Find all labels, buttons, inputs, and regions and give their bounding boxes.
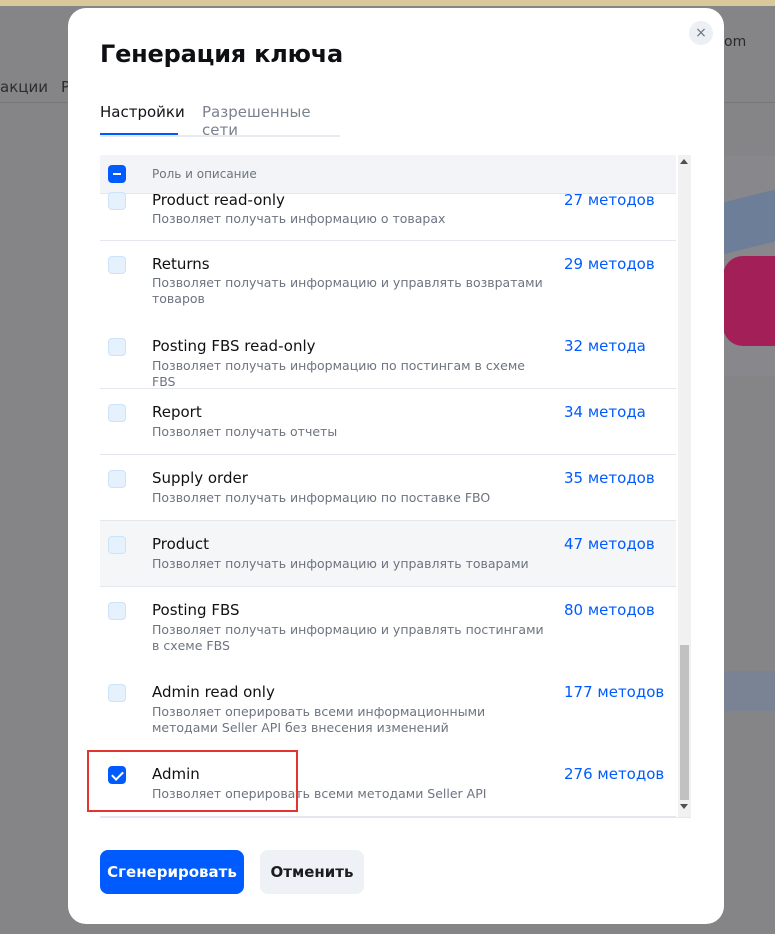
scroll-up-arrow-icon[interactable] bbox=[680, 159, 688, 164]
methods-link[interactable]: 34 метода bbox=[564, 403, 646, 421]
row-checkbox[interactable] bbox=[108, 338, 126, 356]
methods-link[interactable]: 47 методов bbox=[564, 535, 655, 553]
dialog-tabs: Настройки Разрешенные сети bbox=[100, 101, 340, 139]
row-checkbox[interactable] bbox=[108, 404, 126, 422]
generate-key-dialog: × Генерация ключа Настройки Разрешенные … bbox=[68, 8, 724, 924]
row-checkbox[interactable] bbox=[108, 536, 126, 554]
table-row: Posting FBS Позволяет получать информаци… bbox=[100, 587, 676, 670]
row-checkbox[interactable] bbox=[108, 256, 126, 274]
tab-allowed-networks[interactable]: Разрешенные сети bbox=[202, 103, 340, 139]
role-description: Позволяет получать информацию по поставк… bbox=[152, 490, 491, 505]
methods-link[interactable]: 80 методов bbox=[564, 601, 655, 619]
table-row: Admin read only Позволяет оперировать вс… bbox=[100, 669, 676, 752]
roles-table: Роль и описание Product read-only Позвол… bbox=[100, 155, 691, 818]
background-header-text: om bbox=[724, 34, 747, 50]
table-row: Report Позволяет получать отчеты 34 мето… bbox=[100, 389, 676, 455]
methods-link[interactable]: 177 методов bbox=[564, 683, 664, 701]
cancel-button[interactable]: Отменить bbox=[260, 850, 364, 894]
annotation-highlight-box bbox=[87, 750, 298, 812]
role-name: Admin read only bbox=[152, 683, 275, 701]
role-description: Позволяет получать информацию о товарах bbox=[152, 211, 446, 226]
role-description: Позволяет получать информацию и управлят… bbox=[152, 556, 529, 571]
role-name: Posting FBS read-only bbox=[152, 337, 316, 355]
methods-link[interactable]: 27 методов bbox=[564, 191, 655, 209]
table-row: Supply order Позволяет получать информац… bbox=[100, 455, 676, 521]
role-description: Позволяет получать отчеты bbox=[152, 424, 338, 439]
table-scrollbar[interactable] bbox=[678, 155, 691, 817]
role-name: Supply order bbox=[152, 469, 248, 487]
table-row: Posting FBS read-only Позволяет получать… bbox=[100, 323, 676, 389]
methods-link[interactable]: 35 методов bbox=[564, 469, 655, 487]
methods-link[interactable]: 29 методов bbox=[564, 255, 655, 273]
scroll-down-arrow-icon[interactable] bbox=[680, 804, 688, 809]
select-all-checkbox[interactable] bbox=[108, 165, 126, 183]
background-illustration bbox=[723, 256, 775, 346]
role-name: Report bbox=[152, 403, 202, 421]
scrollbar-thumb[interactable] bbox=[680, 645, 689, 800]
active-tab-indicator bbox=[100, 133, 178, 135]
methods-link[interactable]: 32 метода bbox=[564, 337, 646, 355]
row-checkbox[interactable] bbox=[108, 470, 126, 488]
table-row: Product Позволяет получать информацию и … bbox=[100, 521, 676, 587]
tab-settings[interactable]: Настройки bbox=[100, 103, 185, 121]
methods-link[interactable]: 276 методов bbox=[564, 765, 664, 783]
role-description: Позволяет получать информацию и управлят… bbox=[152, 275, 543, 306]
role-name: Product read-only bbox=[152, 191, 285, 209]
table-row: Product read-only Позволяет получать инф… bbox=[100, 191, 676, 241]
table-header: Роль и описание bbox=[100, 155, 676, 194]
role-name: Returns bbox=[152, 255, 210, 273]
table-row: Returns Позволяет получать информацию и … bbox=[100, 241, 676, 324]
header-label: Роль и описание bbox=[152, 167, 257, 181]
dialog-title: Генерация ключа bbox=[100, 40, 344, 68]
background-nav-item: акции bbox=[0, 78, 48, 96]
close-icon[interactable]: × bbox=[689, 21, 713, 45]
role-name: Posting FBS bbox=[152, 601, 240, 619]
row-checkbox[interactable] bbox=[108, 192, 126, 210]
row-checkbox[interactable] bbox=[108, 602, 126, 620]
background-card bbox=[723, 671, 775, 711]
role-description: Позволяет получать информацию по постинг… bbox=[152, 358, 525, 389]
role-description: Позволяет получать информацию и управлят… bbox=[152, 622, 544, 653]
role-description: Позволяет оперировать всеми информационн… bbox=[152, 704, 486, 735]
generate-button[interactable]: Сгенерировать bbox=[100, 850, 244, 894]
row-checkbox[interactable] bbox=[108, 684, 126, 702]
role-name: Product bbox=[152, 535, 209, 553]
